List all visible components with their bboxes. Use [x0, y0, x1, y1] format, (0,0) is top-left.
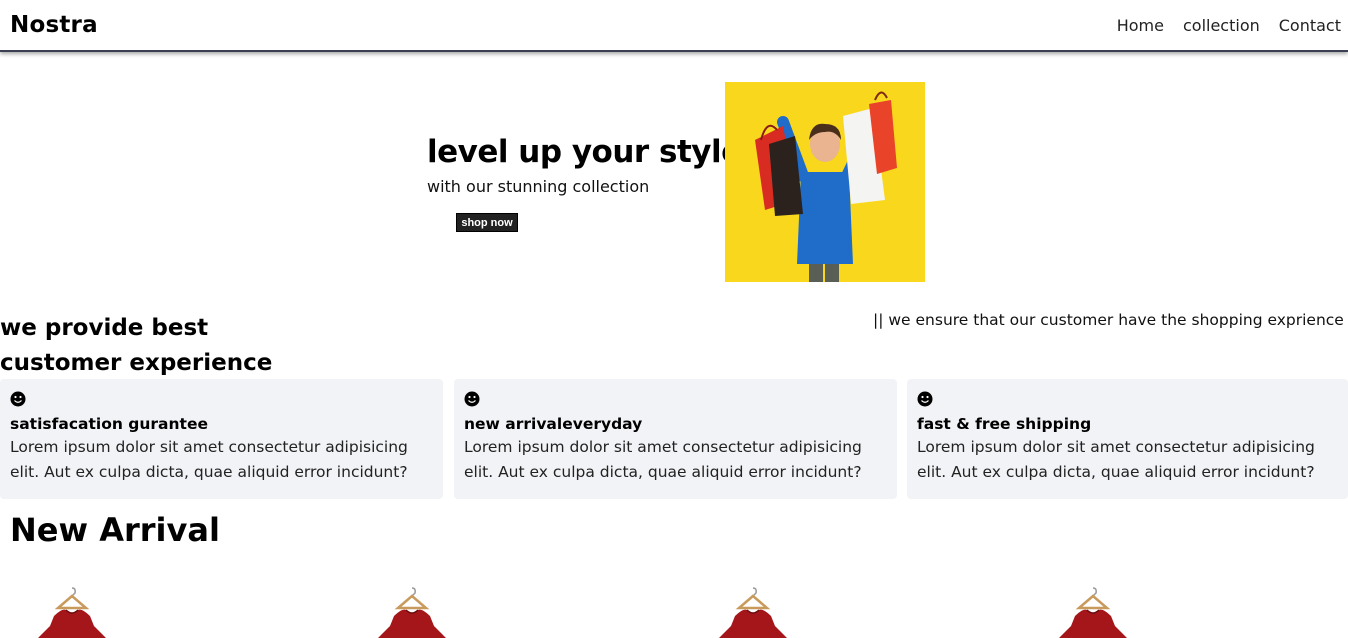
hero-title: level up your style — [427, 134, 742, 170]
nav-link-collection[interactable]: collection — [1183, 16, 1260, 35]
product-card[interactable] — [713, 586, 793, 638]
nav-link-contact[interactable]: Contact — [1279, 16, 1341, 35]
smile-icon — [10, 391, 26, 407]
shirt-on-hanger-image — [1059, 587, 1127, 638]
feature-card: satisfacation gurantee Lorem ipsum dolor… — [0, 379, 443, 499]
shirt-on-hanger-image — [719, 587, 787, 638]
experience-title: we provide best customer experience — [0, 311, 272, 381]
feature-title: satisfacation gurantee — [10, 415, 208, 433]
smile-icon — [464, 391, 480, 407]
kid-with-shopping-bags-illustration — [725, 82, 925, 282]
shirt-on-hanger-image — [378, 587, 446, 638]
feature-cards: satisfacation gurantee Lorem ipsum dolor… — [0, 379, 1348, 499]
brand-logo[interactable]: Nostra — [10, 12, 98, 38]
shop-now-button[interactable]: shop now — [456, 213, 518, 232]
hero-text: level up your style with our stunning co… — [427, 134, 742, 196]
experience-marquee: || we ensure that our customer have the … — [873, 311, 1344, 329]
experience-title-line1: we provide best — [0, 315, 209, 341]
hero-subtitle: with our stunning collection — [427, 177, 650, 196]
experience-title-line2: customer experience — [0, 350, 273, 376]
feature-text: Lorem ipsum dolor sit amet consectetur a… — [917, 438, 1315, 481]
hero-image — [725, 82, 925, 282]
product-card[interactable] — [32, 586, 112, 638]
feature-text: Lorem ipsum dolor sit amet consectetur a… — [10, 438, 408, 481]
feature-card: new arrivaleveryday Lorem ipsum dolor si… — [454, 379, 897, 499]
nav-link-home[interactable]: Home — [1117, 16, 1164, 35]
product-card[interactable] — [1053, 586, 1133, 638]
new-arrival-title: New Arrival — [10, 511, 220, 549]
feature-title: fast & free shipping — [917, 415, 1092, 433]
feature-text: Lorem ipsum dolor sit amet consectetur a… — [464, 438, 862, 481]
smile-icon — [917, 391, 933, 407]
nav-links: Home collection Contact — [1117, 16, 1341, 35]
feature-title: new arrivaleveryday — [464, 415, 643, 433]
product-card[interactable] — [372, 586, 452, 638]
feature-card: fast & free shipping Lorem ipsum dolor s… — [907, 379, 1348, 499]
navbar: Nostra Home collection Contact — [0, 0, 1348, 52]
shirt-on-hanger-image — [38, 587, 106, 638]
